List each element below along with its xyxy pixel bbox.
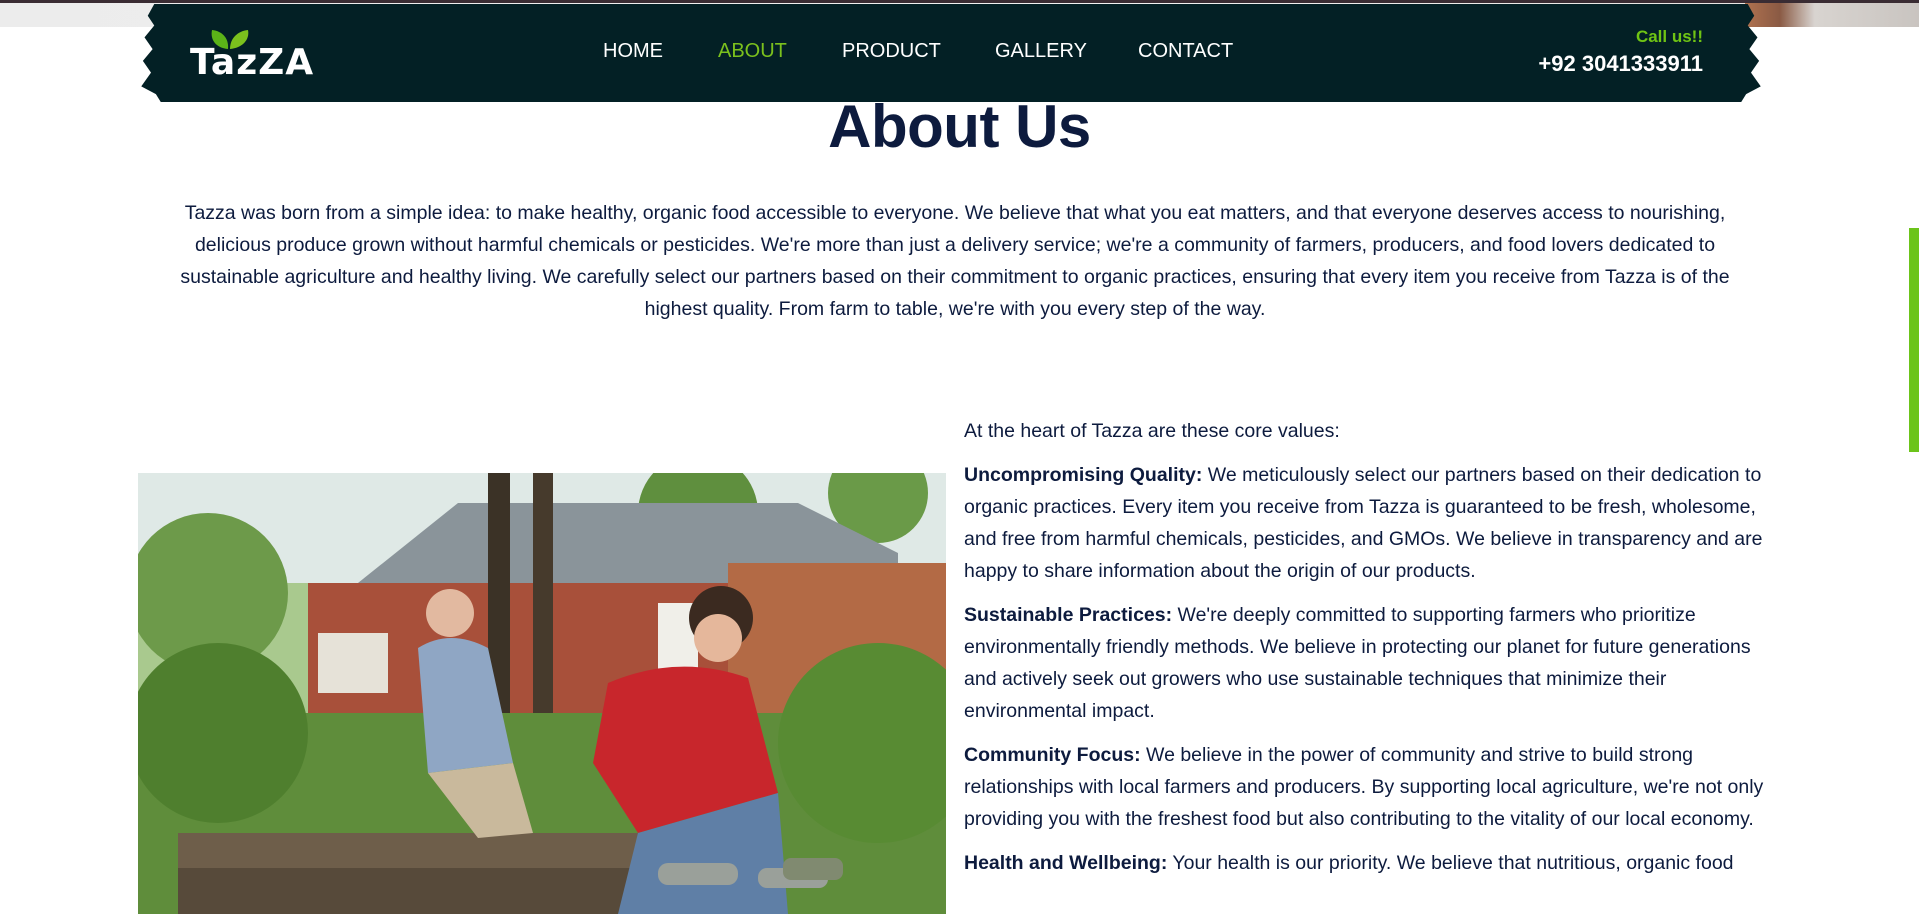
value-title: Health and Wellbeing: [964,852,1168,874]
nav-item-gallery[interactable]: GALLERY [995,40,1087,63]
nav-item-home[interactable]: HOME [603,40,663,63]
nav-item-contact[interactable]: CONTACT [1138,40,1233,63]
value-text: Your health is our priority. We believe … [1167,852,1734,874]
value-item: Community Focus: We believe in the power… [964,739,1764,835]
phone-number[interactable]: +92 3041333911 [1538,51,1703,77]
core-values-heading: At the heart of Tazza are these core val… [964,420,1340,442]
core-values: At the heart of Tazza are these core val… [964,415,1764,891]
value-title: Sustainable Practices: [964,604,1173,626]
value-title: Community Focus: [964,744,1141,766]
value-item: Uncompromising Quality: We meticulously … [964,459,1764,587]
call-us-label: Call us!! [1635,27,1703,46]
value-title: Uncompromising Quality: [964,464,1203,486]
nav-item-about[interactable]: ABOUT [718,40,787,63]
gardening-photo [138,473,946,914]
about-intro: Tazza was born from a simple idea: to ma… [180,202,1730,320]
nav-item-product[interactable]: PRODUCT [842,40,941,63]
page-title: About Us [828,93,1091,160]
top-strip-decoration [1745,0,1919,27]
scrollbar-thumb[interactable] [1909,228,1919,452]
value-item: Sustainable Practices: We're deeply comm… [964,599,1764,727]
value-item: Health and Wellbeing: Your health is our… [964,847,1764,879]
